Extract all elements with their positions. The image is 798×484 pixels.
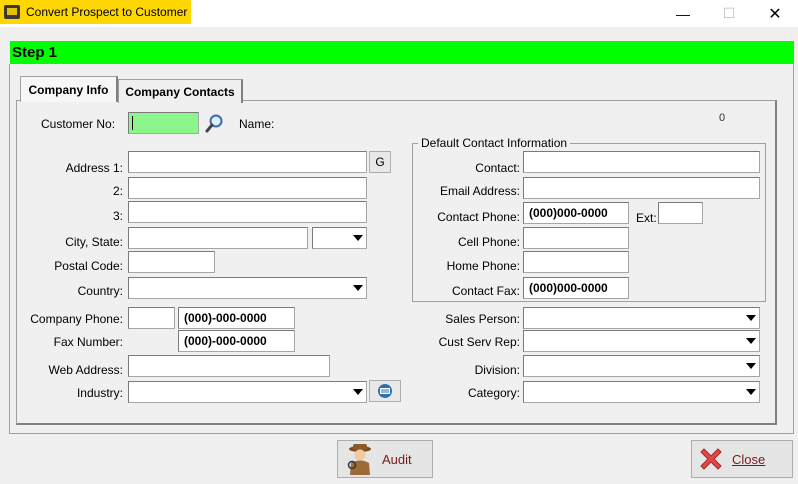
address2-input[interactable] (128, 177, 367, 199)
close-button[interactable]: Close (691, 440, 793, 478)
company-phone-prefix-input[interactable] (128, 307, 175, 329)
chevron-down-icon (746, 389, 756, 395)
sales-person-label: Sales Person: (445, 312, 520, 326)
contact-label: Contact: (475, 161, 520, 175)
step-title: Step 1 (10, 41, 794, 64)
home-phone-input[interactable] (523, 251, 629, 273)
name-label: Name: (239, 117, 275, 131)
category-label: Category: (467, 386, 520, 400)
fax-number-input[interactable]: (000)-000-0000 (178, 330, 295, 352)
audit-label: Audit (382, 451, 412, 467)
category-select[interactable] (523, 381, 760, 403)
address3-label: 3: (112, 209, 123, 223)
app-icon (4, 5, 20, 19)
country-label: Country: (77, 284, 123, 298)
window-title: Convert Prospect to Customer (26, 5, 188, 19)
detective-icon (347, 444, 371, 475)
contact-fax-label: Contact Fax: (451, 284, 520, 298)
chevron-down-icon (353, 389, 363, 395)
division-select[interactable] (523, 355, 760, 377)
sales-person-select[interactable] (523, 307, 760, 329)
state-select[interactable] (312, 227, 367, 249)
contact-phone-label: Contact Phone: (437, 210, 520, 224)
contact-fax-input[interactable]: (000)000-0000 (523, 277, 629, 299)
industry-lookup-button[interactable] (369, 380, 401, 402)
postal-code-label: Postal Code: (54, 259, 123, 273)
address1-input[interactable] (128, 151, 367, 173)
close-label: Close (732, 451, 766, 467)
chevron-down-icon (746, 363, 756, 369)
industry-label: Industry: (76, 386, 123, 400)
minimize-button[interactable]: — (660, 0, 706, 27)
maximize-button[interactable]: ☐ (706, 0, 752, 27)
industry-select[interactable] (128, 381, 367, 403)
tab-company-contacts[interactable]: Company Contacts (118, 79, 243, 103)
cell-phone-input[interactable] (523, 227, 629, 249)
audit-button[interactable]: Audit (337, 440, 433, 478)
chevron-down-icon (353, 285, 363, 291)
contact-phone-input[interactable]: (000)000-0000 (523, 202, 629, 224)
contact-input[interactable] (523, 151, 760, 173)
postal-code-input[interactable] (128, 251, 215, 273)
fax-number-label: Fax Number: (53, 335, 123, 349)
customer-no-label: Customer No: (41, 117, 116, 131)
red-x-icon (700, 448, 722, 470)
address1-label: Address 1: (65, 161, 123, 175)
chevron-down-icon (746, 338, 756, 344)
company-phone-label: Company Phone: (30, 312, 123, 326)
address3-input[interactable] (128, 201, 367, 223)
cell-phone-label: Cell Phone: (457, 235, 520, 249)
email-label: Email Address: (439, 184, 520, 198)
window-title-area: Convert Prospect to Customer (0, 0, 191, 24)
ext-label: Ext: (636, 211, 657, 225)
web-address-input[interactable] (128, 355, 330, 377)
geocode-button[interactable]: G (369, 151, 391, 173)
customer-search-button[interactable] (204, 112, 226, 134)
country-select[interactable] (128, 277, 367, 299)
lookup-icon (378, 384, 392, 398)
close-window-button[interactable]: ✕ (752, 0, 798, 27)
record-counter: 0 (719, 112, 726, 124)
tab-company-info[interactable]: Company Info (20, 76, 118, 102)
address2-label: 2: (112, 184, 123, 198)
email-input[interactable] (523, 177, 760, 199)
cust-serv-rep-label: Cust Serv Rep: (438, 335, 520, 349)
customer-no-input[interactable] (128, 112, 199, 134)
default-contact-group-title: Default Contact Information (418, 136, 571, 150)
chevron-down-icon (353, 235, 363, 241)
ext-input[interactable] (658, 202, 703, 224)
chevron-down-icon (746, 315, 756, 321)
city-input[interactable] (128, 227, 308, 249)
division-label: Division: (474, 363, 520, 377)
cust-serv-rep-select[interactable] (523, 330, 760, 352)
magnifier-icon (205, 114, 223, 133)
home-phone-label: Home Phone: (446, 259, 520, 273)
city-state-label: City, State: (65, 235, 123, 249)
company-phone-input[interactable]: (000)-000-0000 (178, 307, 295, 329)
web-address-label: Web Address: (48, 363, 123, 377)
